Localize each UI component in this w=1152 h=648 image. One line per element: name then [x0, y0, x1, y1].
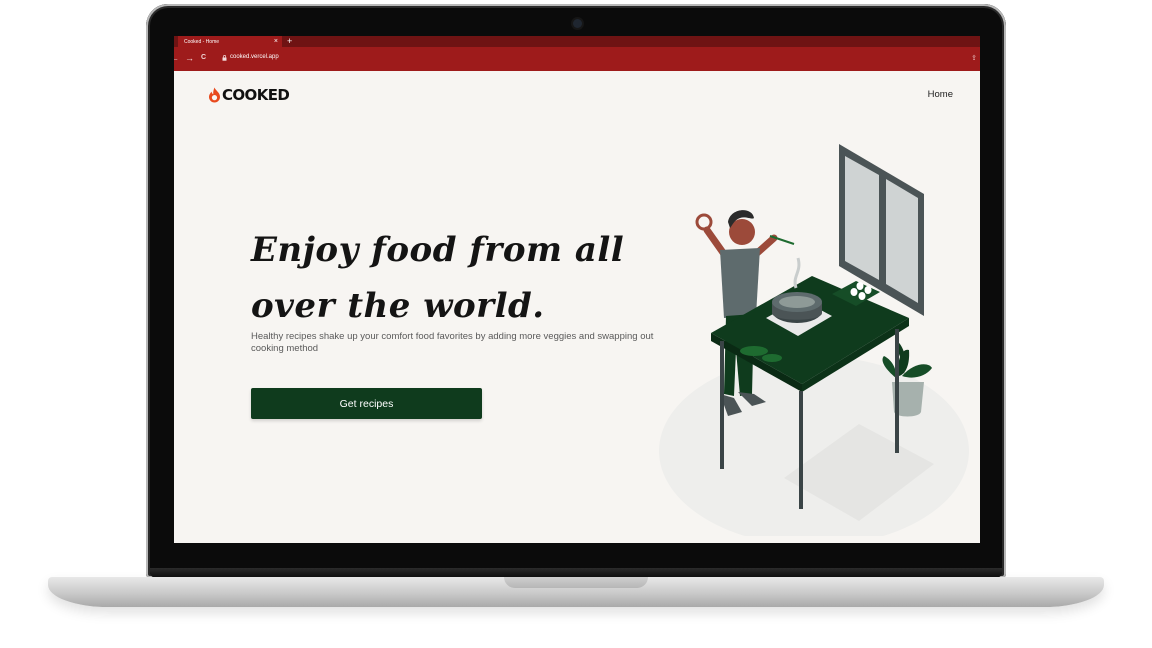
hero-title: Enjoy food from all over the world. [251, 230, 625, 326]
forward-arrow-icon[interactable]: → [185, 52, 194, 64]
close-tab-icon[interactable]: × [274, 37, 278, 46]
site-navbar: COOKED Home [174, 71, 980, 121]
flame-icon [209, 87, 220, 103]
back-arrow-icon[interactable]: ← [174, 52, 179, 64]
lock-icon [222, 55, 227, 61]
cooking-illustration [659, 144, 969, 536]
screen-bezel [174, 543, 980, 569]
logo-text: COOKED [222, 86, 290, 104]
nav-link-home[interactable]: Home [928, 89, 953, 100]
share-icon[interactable]: ⇪ [971, 54, 977, 62]
browser-window: Cooked - Home × + ← → C cooked.vercel.ap… [174, 36, 980, 543]
tab-strip: Cooked - Home × + [174, 36, 980, 47]
get-recipes-button[interactable]: Get recipes [251, 388, 482, 419]
browser-tab[interactable]: Cooked - Home × [178, 36, 282, 47]
new-tab-icon[interactable]: + [287, 36, 292, 47]
site-logo[interactable]: COOKED [208, 86, 290, 104]
reload-icon[interactable]: C [201, 52, 206, 64]
url-field[interactable]: cooked.vercel.app [230, 54, 279, 60]
tab-title: Cooked - Home [184, 38, 220, 45]
address-bar: ← → C cooked.vercel.app ⇪ [174, 47, 980, 71]
laptop-notch [504, 577, 648, 588]
hero-subtitle: Healthy recipes shake up your comfort fo… [251, 331, 654, 354]
webcam [573, 19, 582, 28]
